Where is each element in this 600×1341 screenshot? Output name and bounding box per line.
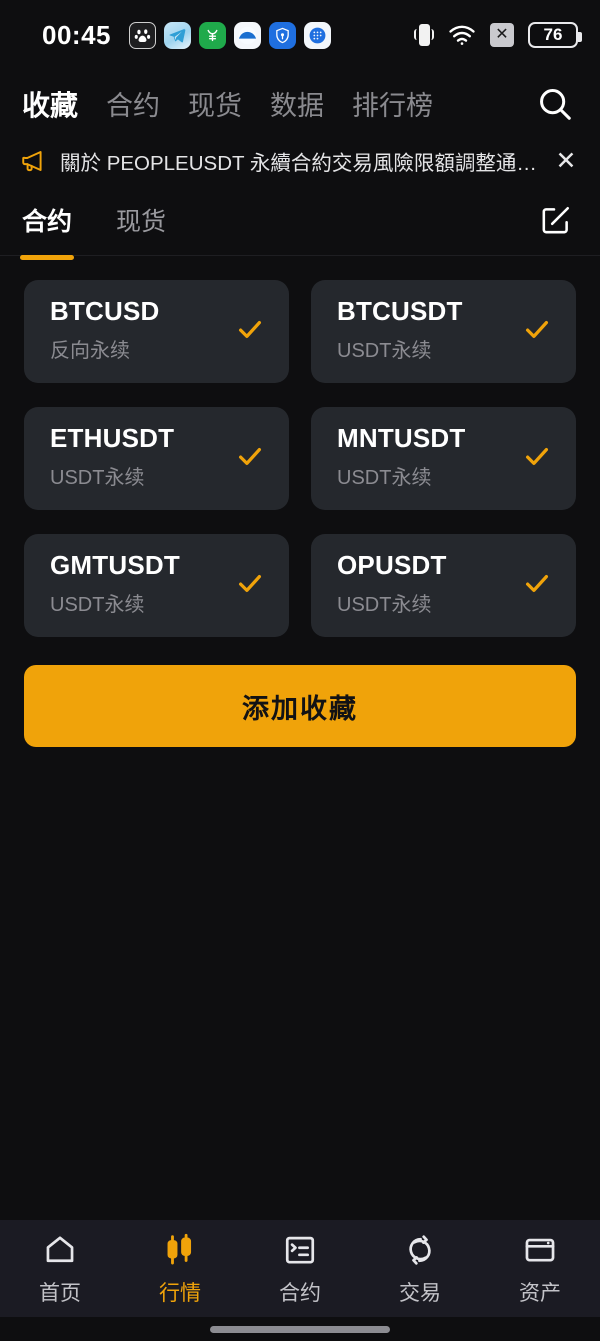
contract-list-icon xyxy=(283,1232,317,1268)
nav-item-markets[interactable]: 行情 xyxy=(120,1232,240,1307)
symbol-card-grid: BTCUSD 反向永续 BTCUSDT USDT永续 ETHUSDT USDT永… xyxy=(0,256,600,637)
tab-contracts[interactable]: 合约 xyxy=(106,84,160,123)
home-icon xyxy=(43,1232,77,1268)
nav-label: 交易 xyxy=(399,1282,441,1305)
announcement-banner[interactable]: 關於 PEOPLEUSDT 永續合約交易風險限額調整通知（2... ✕ xyxy=(0,138,600,184)
moon-app-icon xyxy=(234,21,261,49)
symbol-card[interactable]: ETHUSDT USDT永续 xyxy=(24,407,289,510)
battery-level: 76 xyxy=(543,25,563,44)
battery-indicator: 76 xyxy=(528,22,582,48)
swap-icon xyxy=(403,1232,437,1268)
shield-app-icon xyxy=(269,21,296,49)
bottom-navigation: 首页 行情 合约 交易 资产 xyxy=(0,1220,600,1317)
close-icon[interactable]: ✕ xyxy=(552,148,580,174)
sub-tab-contracts[interactable]: 合约 xyxy=(22,202,72,238)
nav-item-home[interactable]: 首页 xyxy=(0,1232,120,1307)
sub-tab-bar: 合约 现货 xyxy=(0,184,600,256)
check-icon[interactable] xyxy=(235,568,265,603)
favorites-content: BTCUSD 反向永续 BTCUSDT USDT永续 ETHUSDT USDT永… xyxy=(0,256,600,1220)
nav-item-trade[interactable]: 交易 xyxy=(360,1232,480,1307)
announcement-text: 關於 PEOPLEUSDT 永續合約交易風險限額調整通知（2... xyxy=(60,152,538,175)
sub-tabs: 合约 现货 xyxy=(22,202,166,238)
baidu-app-icon xyxy=(129,21,156,49)
vibrate-icon xyxy=(414,22,434,48)
nav-label: 合约 xyxy=(279,1282,321,1305)
edit-icon[interactable] xyxy=(534,198,578,242)
check-icon[interactable] xyxy=(235,441,265,476)
app-screen: 00:45 ✕ 76 收藏 合约 现货 数据 排行榜 關於 PEOPLEUSDT… xyxy=(0,0,600,1341)
telegram-app-icon xyxy=(164,21,191,49)
symbol-card[interactable]: BTCUSD 反向永续 xyxy=(24,280,289,383)
status-bar: 00:45 ✕ 76 xyxy=(0,0,600,70)
check-icon[interactable] xyxy=(522,568,552,603)
tab-ranking[interactable]: 排行榜 xyxy=(352,84,433,123)
megaphone-icon xyxy=(20,148,46,174)
top-navigation: 收藏 合约 现货 数据 排行榜 xyxy=(0,70,600,138)
top-nav-tabs: 收藏 合约 现货 数据 排行榜 xyxy=(22,84,433,124)
search-icon[interactable] xyxy=(532,81,578,127)
symbol-card[interactable]: OPUSDT USDT永续 xyxy=(311,534,576,637)
status-system-icons: ✕ 76 xyxy=(414,22,582,48)
symbol-card[interactable]: MNTUSDT USDT永续 xyxy=(311,407,576,510)
wallet-icon xyxy=(523,1232,557,1268)
nav-label: 首页 xyxy=(39,1282,81,1305)
check-icon[interactable] xyxy=(522,441,552,476)
nav-label: 行情 xyxy=(159,1282,201,1305)
no-sim-icon: ✕ xyxy=(490,23,514,47)
status-clock: 00:45 xyxy=(42,19,111,50)
tab-favorites[interactable]: 收藏 xyxy=(22,84,78,124)
symbol-card[interactable]: BTCUSDT USDT永续 xyxy=(311,280,576,383)
check-icon[interactable] xyxy=(235,314,265,349)
wifi-icon xyxy=(448,24,476,46)
status-notification-icons xyxy=(129,21,331,49)
nav-label: 资产 xyxy=(519,1282,561,1305)
blue-grid-app-icon xyxy=(304,21,331,49)
candlestick-icon xyxy=(163,1232,197,1268)
home-indicator-area xyxy=(0,1317,600,1341)
sub-tab-spot[interactable]: 现货 xyxy=(116,202,166,238)
nav-item-contracts[interactable]: 合约 xyxy=(240,1232,360,1307)
check-icon[interactable] xyxy=(522,314,552,349)
add-favorite-section: 添加收藏 xyxy=(0,637,600,747)
tab-spot[interactable]: 现货 xyxy=(188,84,242,123)
add-favorite-button[interactable]: 添加收藏 xyxy=(24,665,576,747)
symbol-card[interactable]: GMTUSDT USDT永续 xyxy=(24,534,289,637)
tab-data[interactable]: 数据 xyxy=(270,84,324,123)
wechat-green-app-icon xyxy=(199,21,226,49)
home-indicator[interactable] xyxy=(210,1325,390,1333)
nav-item-assets[interactable]: 资产 xyxy=(480,1232,600,1307)
